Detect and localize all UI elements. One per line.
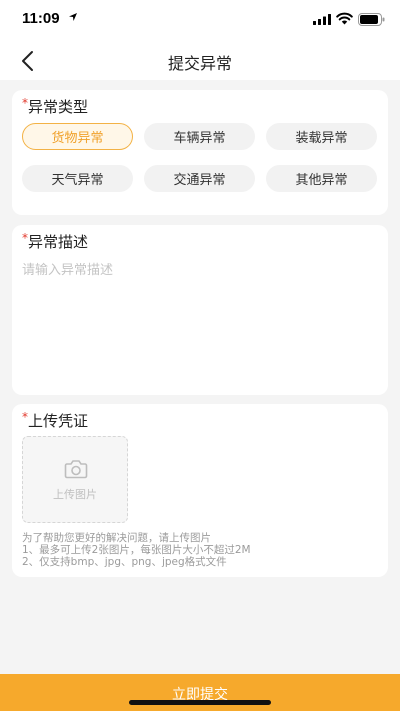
- option-traffic-exception[interactable]: 交通异常: [144, 165, 255, 192]
- wifi-icon: [336, 12, 353, 25]
- home-indicator: [129, 700, 271, 705]
- status-bar: 11:09: [0, 0, 400, 40]
- upload-image-button[interactable]: 上传图片: [22, 436, 128, 523]
- page-title: 提交异常: [167, 54, 232, 73]
- status-time: 11:09: [22, 10, 60, 27]
- upload-hint-line: 1、最多可上传2张图片，每张图片大小不超过2M: [22, 544, 251, 556]
- cellular-signal-icon: [313, 14, 331, 25]
- description-label: 异常描述: [28, 233, 89, 251]
- description-card: *异常描述: [12, 225, 388, 395]
- nav-bar: 提交异常: [0, 40, 400, 80]
- exception-type-card: *异常类型 货物异常 车辆异常 装载异常 天气异常 交通异常 其他异常: [12, 90, 388, 215]
- description-heading: *异常描述: [22, 231, 88, 252]
- option-loading-exception[interactable]: 装载异常: [266, 123, 377, 150]
- exception-type-label: 异常类型: [28, 98, 89, 116]
- upload-hint-line: 2、仅支持bmp、jpg、png、jpeg格式文件: [22, 556, 227, 568]
- upload-label: 上传凭证: [28, 412, 89, 430]
- option-other-exception[interactable]: 其他异常: [266, 165, 377, 192]
- option-cargo-exception[interactable]: 货物异常: [22, 123, 133, 150]
- exception-type-heading: *异常类型: [22, 96, 88, 117]
- upload-heading: *上传凭证: [22, 410, 88, 431]
- location-arrow-icon: [69, 13, 77, 21]
- option-vehicle-exception[interactable]: 车辆异常: [144, 123, 255, 150]
- upload-card: *上传凭证 上传图片 为了帮助您更好的解决问题，请上传图片 1、最多可上传2张图…: [12, 404, 388, 577]
- upload-hint: 为了帮助您更好的解决问题，请上传图片 1、最多可上传2张图片，每张图片大小不超过…: [22, 532, 382, 568]
- battery-icon: [358, 13, 385, 26]
- submit-button[interactable]: 立即提交: [0, 674, 400, 711]
- description-input[interactable]: [22, 259, 378, 385]
- upload-hint-line: 为了帮助您更好的解决问题，请上传图片: [22, 532, 211, 544]
- option-weather-exception[interactable]: 天气异常: [22, 165, 133, 192]
- camera-icon: [64, 460, 88, 479]
- upload-image-label: 上传图片: [53, 488, 97, 501]
